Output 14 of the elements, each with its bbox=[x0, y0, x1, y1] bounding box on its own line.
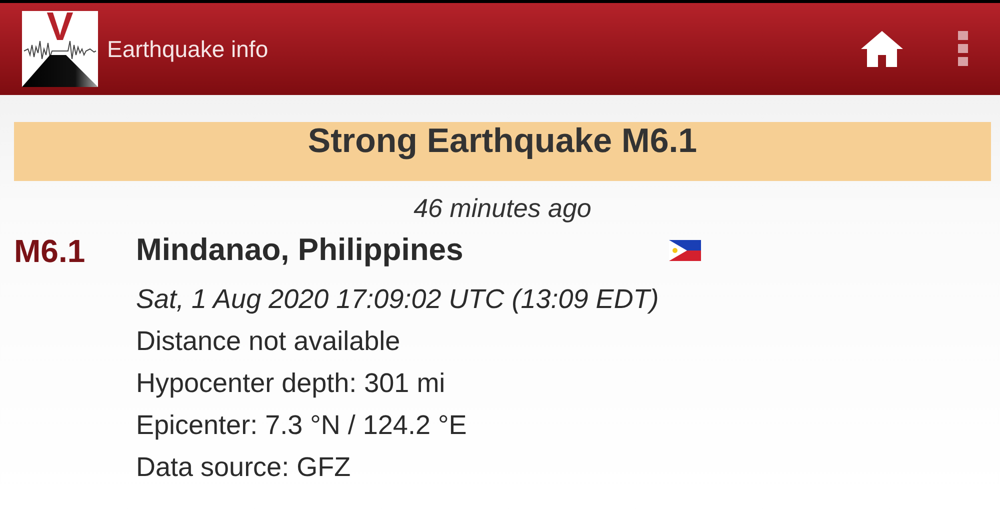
detail-line: Hypocenter depth: 301 mi bbox=[136, 367, 446, 400]
detail-line: Epicenter: 7.3 °N / 124.2 °E bbox=[136, 409, 468, 442]
app-logo: V bbox=[22, 11, 98, 87]
overflow-menu-icon[interactable] bbox=[958, 31, 968, 67]
location: Mindanao, Philippines bbox=[136, 232, 464, 268]
app-title: Earthquake info bbox=[107, 36, 268, 62]
date-time: Sat, 1 Aug 2020 17:09:02 UTC (13:09 EDT) bbox=[136, 283, 660, 316]
magnitude: M6.1 bbox=[14, 232, 86, 271]
home-icon[interactable] bbox=[860, 29, 904, 69]
time-ago: 46 minutes ago bbox=[412, 192, 592, 225]
alert-banner: Strong Earthquake M6.1 bbox=[14, 122, 991, 181]
detail-line: Data source: GFZ bbox=[136, 451, 352, 484]
flag-icon bbox=[669, 240, 701, 260]
detail-line: Distance not available bbox=[136, 325, 402, 358]
